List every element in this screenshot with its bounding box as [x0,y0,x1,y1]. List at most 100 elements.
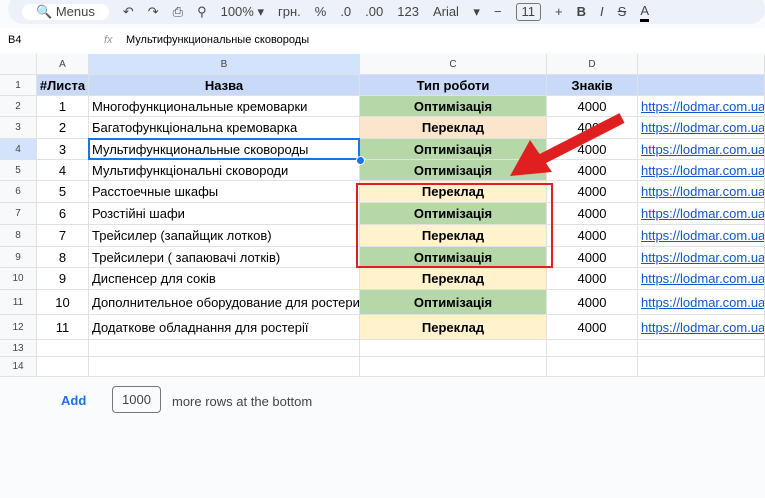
cell-name[interactable]: Розстійні шафи [89,203,360,225]
redo-icon[interactable]: ↷ [148,4,159,20]
url-link[interactable]: https://lodmar.com.ua [641,206,764,221]
cell-name[interactable]: Трейсилер (запайщик лотков) [89,225,360,247]
cell-sheet-number[interactable]: 10 [37,290,89,315]
url-link[interactable]: https://lodmar.com.ua [641,320,764,335]
cell-sheet-number[interactable]: 7 [37,225,89,247]
cell-sheet-number[interactable]: 8 [37,247,89,268]
add-rows-button[interactable]: Add [61,393,86,408]
row-header[interactable]: 5 [0,160,37,181]
cell-sheet-number[interactable]: 6 [37,203,89,225]
cell-sheet-number[interactable]: 4 [37,160,89,181]
row-header[interactable]: 4 [0,139,37,160]
cell-name[interactable]: Трейсилери ( запаювачі лотків) [89,247,360,268]
row-count-input[interactable]: 1000 [112,386,161,413]
paint-format-icon[interactable]: ⚲ [197,4,207,20]
url-link[interactable]: https://lodmar.com.ua [641,295,764,310]
cell[interactable] [547,357,638,377]
row-header[interactable]: 11 [0,290,37,315]
url-link[interactable]: https://lodmar.com.ua [641,250,764,265]
col-header-a[interactable]: A [37,54,89,75]
row-header[interactable]: 6 [0,181,37,203]
header-cell[interactable] [638,75,765,96]
strikethrough-icon[interactable]: S [618,4,627,20]
cell-chars[interactable]: 4000 [547,268,638,290]
cell-url[interactable]: https://lodmar.com.ua [638,139,765,160]
url-link[interactable]: https://lodmar.com.ua [641,228,764,243]
cell-sheet-number[interactable]: 2 [37,117,89,139]
cell-sheet-number[interactable]: 1 [37,96,89,117]
url-link[interactable]: https://lodmar.com.ua/te [641,184,764,199]
url-link[interactable]: https://lodmar.com.ua [641,99,764,114]
zoom-select[interactable]: 100% ▾ [221,4,264,20]
cell-name[interactable]: Многофункциональные кремоварки [89,96,360,117]
format-button[interactable]: 123 [397,4,419,20]
col-header-e[interactable] [638,54,765,75]
cell-url[interactable]: https://lodmar.com.ua [638,203,765,225]
cell-work-type[interactable]: Оптимізація [360,290,547,315]
italic-icon[interactable]: I [600,4,604,20]
font-size-decrease[interactable]: − [494,4,502,20]
cell-name[interactable]: Диспенсер для соків [89,268,360,290]
bold-icon[interactable]: B [577,4,586,20]
row-header[interactable]: 3 [0,117,37,139]
cell-url[interactable]: https://lodmar.com.ua [638,225,765,247]
row-header[interactable]: 9 [0,247,37,268]
cell[interactable] [89,340,360,357]
cell[interactable] [360,340,547,357]
cell-chars[interactable]: 4000 [547,315,638,340]
col-header-c[interactable]: C [360,54,547,75]
cell-name[interactable]: Дополнительное оборудование для ростерий [89,290,360,315]
print-icon[interactable]: ⎙ [173,4,183,20]
row-header[interactable]: 8 [0,225,37,247]
cell-chars[interactable]: 4000 [547,290,638,315]
cell-chars[interactable]: 4000 [547,203,638,225]
cell[interactable] [547,340,638,357]
undo-icon[interactable]: ↶ [123,4,134,20]
cell-sheet-number[interactable]: 3 [37,139,89,160]
cell[interactable] [89,357,360,377]
font-size-input[interactable]: 11 [515,3,542,21]
cell-url[interactable]: https://lodmar.com.ua [638,315,765,340]
cell-chars[interactable]: 4000 [547,247,638,268]
corner[interactable] [0,54,37,75]
text-color-icon[interactable]: A [640,3,649,22]
row-header[interactable]: 14 [0,357,37,377]
cell-sheet-number[interactable]: 9 [37,268,89,290]
cell[interactable] [638,340,765,357]
font-select[interactable]: Arial ▾ [433,4,480,20]
cell-name[interactable]: Мультифункціональні сковороди [89,160,360,181]
cell-url[interactable]: https://lodmar.com.ua/te [638,181,765,203]
row-header[interactable]: 12 [0,315,37,340]
row-header[interactable]: 10 [0,268,37,290]
currency-button[interactable]: грн. [278,4,301,20]
row-header[interactable]: 7 [0,203,37,225]
url-link[interactable]: https://lodmar.com.ua [641,271,764,286]
cell[interactable] [37,340,89,357]
cell-work-type[interactable]: Переклад [360,315,547,340]
header-cell[interactable]: Тип роботи [360,75,547,96]
cell-name[interactable]: Додаткове обладнання для ростерії [89,315,360,340]
decrease-decimal-button[interactable]: .0 [340,4,351,20]
cell[interactable] [37,357,89,377]
cell-name[interactable]: Расстоечные шкафы [89,181,360,203]
cell-url[interactable]: https://lodmar.com.ua [638,96,765,117]
cell-url[interactable]: https://lodmar.com.ua [638,160,765,181]
row-header[interactable]: 1 [0,75,37,96]
url-link[interactable]: https://lodmar.com.ua [641,163,764,178]
col-header-b[interactable]: B [89,54,360,75]
cell-url[interactable]: https://lodmar.com.ua [638,290,765,315]
cell-url[interactable]: https://lodmar.com.ua [638,268,765,290]
cell-url[interactable]: https://lodmar.com.ua [638,117,765,139]
cell[interactable] [360,357,547,377]
header-cell[interactable]: Назва [89,75,360,96]
cell-url[interactable]: https://lodmar.com.ua [638,247,765,268]
header-cell[interactable]: #Листа [37,75,89,96]
font-size-increase[interactable]: + [555,4,563,20]
url-link[interactable]: https://lodmar.com.ua [641,142,764,157]
cell-chars[interactable]: 4000 [547,225,638,247]
fill-handle[interactable] [356,156,365,165]
cell-name[interactable]: Багатофункціональна кремоварка [89,117,360,139]
menus-search[interactable]: 🔍 Menus [22,4,109,20]
cell-sheet-number[interactable]: 5 [37,181,89,203]
cell-work-type[interactable]: Переклад [360,268,547,290]
